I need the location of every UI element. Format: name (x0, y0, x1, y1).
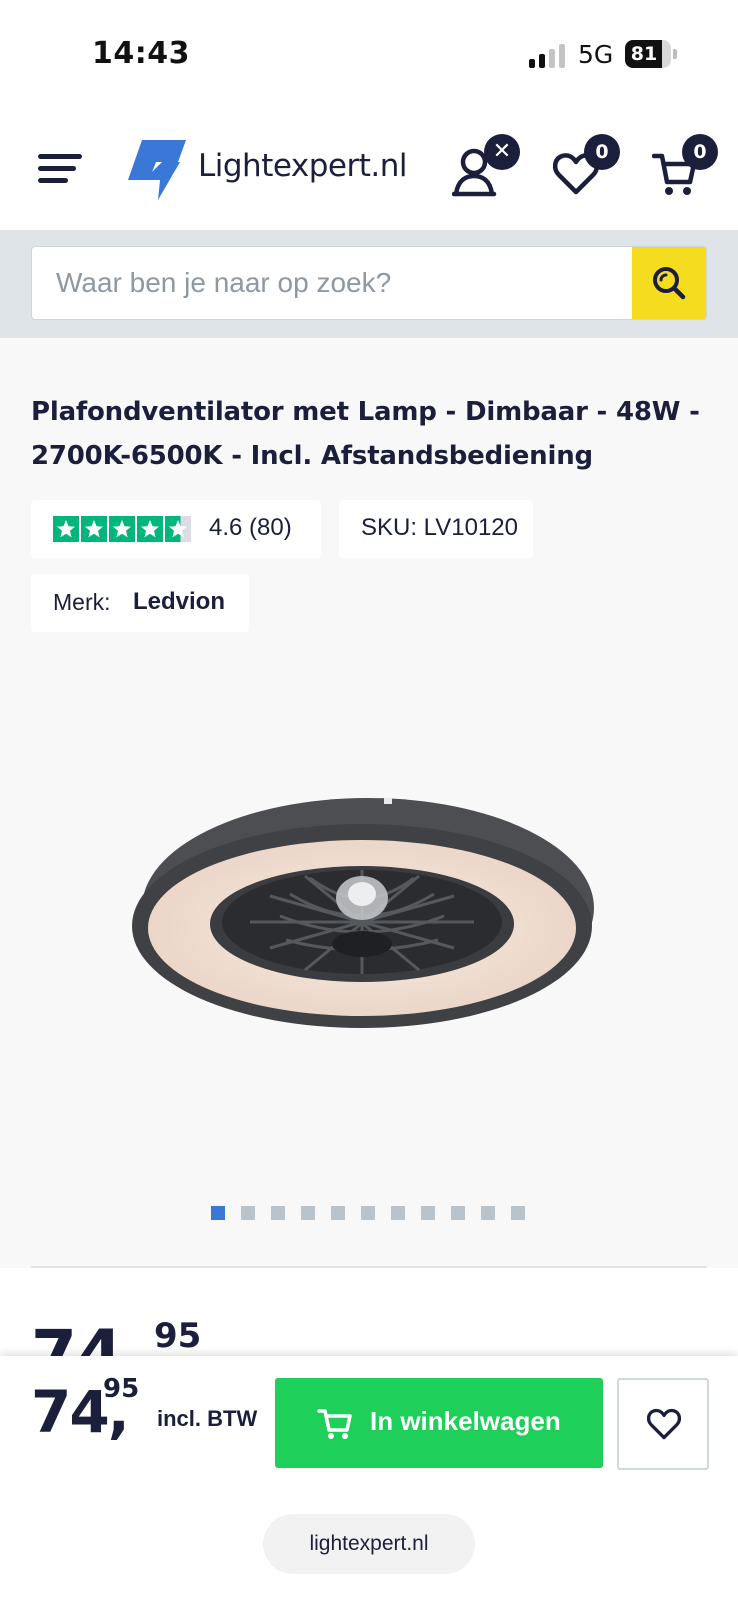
menu-icon (38, 154, 82, 159)
add-to-cart-label: In winkelwagen (370, 1406, 561, 1436)
carousel-dot[interactable] (331, 1206, 345, 1220)
battery-level: 81 (630, 43, 658, 65)
battery-icon: 81 (625, 40, 671, 68)
sticky-buy-bar: 74, 95 incl. BTW In winkelwagen lightexp… (0, 1356, 738, 1600)
brand-label: Merk: (53, 589, 111, 615)
cart-button[interactable]: 0 (652, 134, 718, 200)
section-divider (31, 1266, 707, 1268)
carousel-dot[interactable] (271, 1206, 285, 1220)
vat-label: incl. BTW (157, 1406, 258, 1431)
sku-pill: SKU: LV10120 (339, 500, 533, 558)
star-icon (137, 516, 163, 542)
rating-pill[interactable]: 4.6 (80) (31, 500, 321, 558)
price-main: 74, 95 (31, 1316, 331, 1356)
rating-score: 4.6 (80) (209, 514, 292, 541)
brand-pill[interactable]: Merk: Ledvion (31, 574, 249, 632)
menu-icon-bar (38, 178, 68, 183)
battery-nub (673, 49, 677, 59)
signal-icon (529, 44, 567, 68)
product-title: Plafondventilator met Lamp - Dimbaar - 4… (31, 397, 700, 471)
site-header: Lightexpert.nl ✕ 0 0 (0, 110, 738, 230)
carousel-dot[interactable] (361, 1206, 375, 1220)
star-icon (81, 516, 107, 542)
carousel-dot[interactable] (241, 1206, 255, 1220)
carousel-dot[interactable] (211, 1206, 225, 1220)
search-button[interactable] (632, 247, 706, 319)
product-image[interactable] (130, 798, 600, 1048)
trustpilot-stars (53, 516, 193, 542)
status-time: 14:43 (92, 36, 190, 71)
carousel-dot[interactable] (391, 1206, 405, 1220)
menu-icon-bar (38, 166, 76, 171)
network-label: 5G (578, 40, 614, 69)
search-icon (653, 267, 686, 300)
price-decimals: 95 (103, 1374, 140, 1404)
carousel-dot[interactable] (301, 1206, 315, 1220)
carousel-dot[interactable] (421, 1206, 435, 1220)
sku-text: SKU: LV10120 (361, 514, 518, 541)
star-icon (165, 516, 191, 542)
carousel-dot[interactable] (481, 1206, 495, 1220)
menu-button[interactable] (38, 152, 82, 186)
heart-icon (646, 1408, 682, 1440)
wishlist-count-badge: 0 (584, 134, 620, 170)
search-input[interactable] (32, 247, 634, 319)
cart-count-badge: 0 (682, 134, 718, 170)
star-icon (53, 516, 79, 542)
brand-value: Ledvion (133, 588, 226, 615)
wishlist-button[interactable]: 0 (552, 134, 620, 200)
image-carousel-dots (211, 1206, 525, 1220)
status-bar: 14:43 5G 81 (0, 0, 738, 110)
product-section: Plafondventilator met Lamp - Dimbaar - 4… (0, 338, 738, 1268)
logo-text: Lightexpert.nl (198, 148, 408, 184)
account-badge: ✕ (484, 134, 520, 170)
price-main-integer: 74, (31, 1316, 148, 1356)
cart-icon (317, 1409, 352, 1439)
logo-bolt-icon (128, 140, 186, 200)
star-icon (109, 516, 135, 542)
add-to-cart-button[interactable]: In winkelwagen (275, 1378, 603, 1468)
browser-url[interactable]: lightexpert.nl (263, 1514, 475, 1574)
search-box (31, 246, 707, 320)
carousel-dot[interactable] (511, 1206, 525, 1220)
account-button[interactable]: ✕ (452, 134, 520, 200)
search-bar (0, 230, 738, 338)
add-to-wishlist-button[interactable] (617, 1378, 709, 1470)
price-main-decimals: 95 (154, 1316, 202, 1356)
site-logo[interactable]: Lightexpert.nl (122, 140, 412, 200)
carousel-dot[interactable] (451, 1206, 465, 1220)
